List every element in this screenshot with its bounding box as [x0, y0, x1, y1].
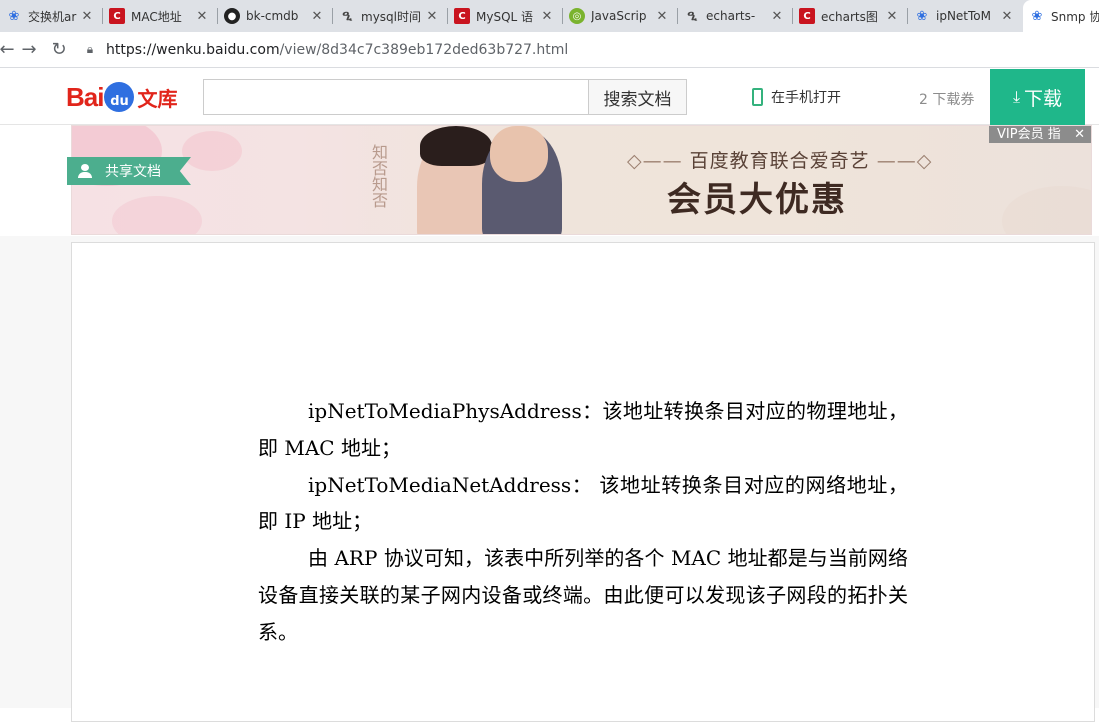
tab-title: MAC地址 [131, 9, 182, 24]
browser-tab[interactable]: ❀ ipNetToM ✕ [908, 0, 1023, 32]
forward-icon[interactable]: → [14, 35, 44, 65]
download-icon: ⤓ [1012, 87, 1021, 106]
close-icon[interactable]: ✕ [769, 9, 785, 24]
shared-doc-tag: 共享文档 [67, 157, 191, 185]
tab-title: MySQL 语 [476, 9, 534, 24]
browser-tab[interactable]: C MySQL 语 ✕ [448, 0, 563, 32]
actress-hair [420, 126, 492, 166]
browser-toolbar: ← → ↻ 🔒︎ https://wenku.baidu.com/view/8d… [0, 32, 1099, 68]
browser-tab[interactable]: C MAC地址 ✕ [103, 0, 218, 32]
tab-title: echarts- [706, 9, 756, 23]
browser-tab[interactable]: C echarts图 ✕ [793, 0, 908, 32]
close-icon[interactable]: ✕ [654, 9, 670, 24]
tab-title: mysql时间 [361, 9, 421, 24]
close-icon[interactable]: ✕ [424, 9, 440, 24]
close-icon[interactable]: ✕ [539, 9, 555, 24]
banner-vertical-text: 知否知否 [369, 144, 388, 208]
close-icon[interactable]: ✕ [999, 9, 1015, 24]
doc-paragraph: 由 ARP 协议可知，该表中所列举的各个 MAC 地址都是与当前网络设备直接关联… [258, 546, 908, 644]
github-icon: ● [224, 8, 240, 24]
close-icon[interactable]: ✕ [194, 9, 210, 24]
close-icon[interactable]: ✕ [79, 9, 95, 24]
vip-tag[interactable]: VIP会员 指 ✕ [989, 126, 1091, 143]
blossom-decoration [112, 196, 202, 234]
url-path: /view/8d34c7c389eb172ded63b727.html [279, 41, 569, 58]
banner-title: ◇—— 百度教育联合爱奇艺 ——◇ [627, 150, 933, 172]
close-icon[interactable]: ✕ [884, 9, 900, 24]
green-icon: ◎ [569, 8, 585, 24]
browser-tab[interactable]: ዒ echarts- ✕ [678, 0, 793, 32]
baidu-wenku-logo[interactable]: Bai du 文库 [66, 77, 177, 117]
search-input[interactable] [203, 79, 589, 115]
vip-tag-label: VIP会员 指 [997, 127, 1061, 142]
search-button[interactable]: 搜索文档 [588, 79, 687, 115]
baidu-paw-icon: ❀ [8, 8, 20, 24]
shared-doc-label: 共享文档 [105, 164, 161, 180]
tab-title: bk-cmdb [246, 9, 299, 23]
browser-tab[interactable]: ◎ JavaScrip ✕ [563, 0, 678, 32]
baidu-paw-icon: ❀ [916, 8, 928, 24]
tab-title: 交换机ar [28, 9, 77, 24]
wenku-header: Bai du 文库 搜索文档 在手机打开 2 下载券 ⤓ 下载 [0, 69, 1099, 125]
download-label: 下载 [1024, 87, 1063, 110]
browser-tab[interactable]: ❀ 交换机ar ✕ [0, 0, 103, 32]
browser-tab-strip: ❀ 交换机ar ✕ C MAC地址 ✕ ● bk-cmdb ✕ ዒ mysql时… [0, 0, 1099, 32]
phone-icon [752, 88, 763, 106]
browser-tab[interactable]: ● bk-cmdb ✕ [218, 0, 333, 32]
blossom-decoration [1002, 186, 1091, 234]
actor-face [490, 126, 548, 182]
browser-tab-active[interactable]: ❀ Snmp 协 [1023, 0, 1099, 32]
user-icon [77, 164, 93, 178]
reload-icon[interactable]: ↻ [44, 35, 74, 65]
banner-ad[interactable]: 知否知否 ◇—— 百度教育联合爱奇艺 ——◇ 会员大优惠 VIP会员 指 ✕ [71, 125, 1092, 235]
tab-title: JavaScrip [591, 9, 647, 23]
segmentfault-icon: ዒ [342, 8, 352, 24]
tab-title: ipNetToM [936, 9, 992, 23]
csdn-icon: C [799, 8, 815, 24]
segmentfault-icon: ዒ [687, 8, 697, 24]
csdn-icon: C [454, 8, 470, 24]
url-host: https://wenku.baidu.com [106, 41, 280, 58]
blossom-decoration [182, 131, 242, 171]
address-bar[interactable]: 🔒︎ https://wenku.baidu.com/view/8d34c7c3… [80, 36, 1093, 64]
baidu-paw-icon: du [104, 82, 135, 112]
open-on-phone-label: 在手机打开 [771, 90, 841, 106]
csdn-icon: C [109, 8, 125, 24]
back-icon[interactable]: ← [0, 35, 15, 65]
document-text: ipNetToMediaPhysAddress：该地址转换条目对应的物理地址，即… [258, 393, 908, 651]
open-on-phone-link[interactable]: 在手机打开 [752, 86, 841, 108]
tab-title: echarts图 [821, 9, 878, 24]
logo-bai: Bai [66, 81, 104, 112]
download-button[interactable]: ⤓ 下载 [990, 69, 1085, 125]
lock-icon: 🔒︎ [86, 42, 94, 56]
banner-headline: 会员大优惠 [667, 180, 847, 220]
doc-paragraph: ipNetToMediaNetAddress： 该地址转换条目对应的网络地址，即… [258, 472, 908, 534]
download-coupons: 2 下载券 [919, 92, 975, 108]
baidu-paw-icon: ❀ [1031, 8, 1043, 24]
close-icon[interactable]: ✕ [1074, 126, 1085, 143]
tab-title: Snmp 协 [1051, 9, 1099, 24]
logo-wenku: 文库 [137, 86, 178, 111]
doc-paragraph: ipNetToMediaPhysAddress：该地址转换条目对应的物理地址，即… [258, 399, 908, 460]
close-icon[interactable]: ✕ [309, 9, 325, 24]
browser-tab[interactable]: ዒ mysql时间 ✕ [333, 0, 448, 32]
